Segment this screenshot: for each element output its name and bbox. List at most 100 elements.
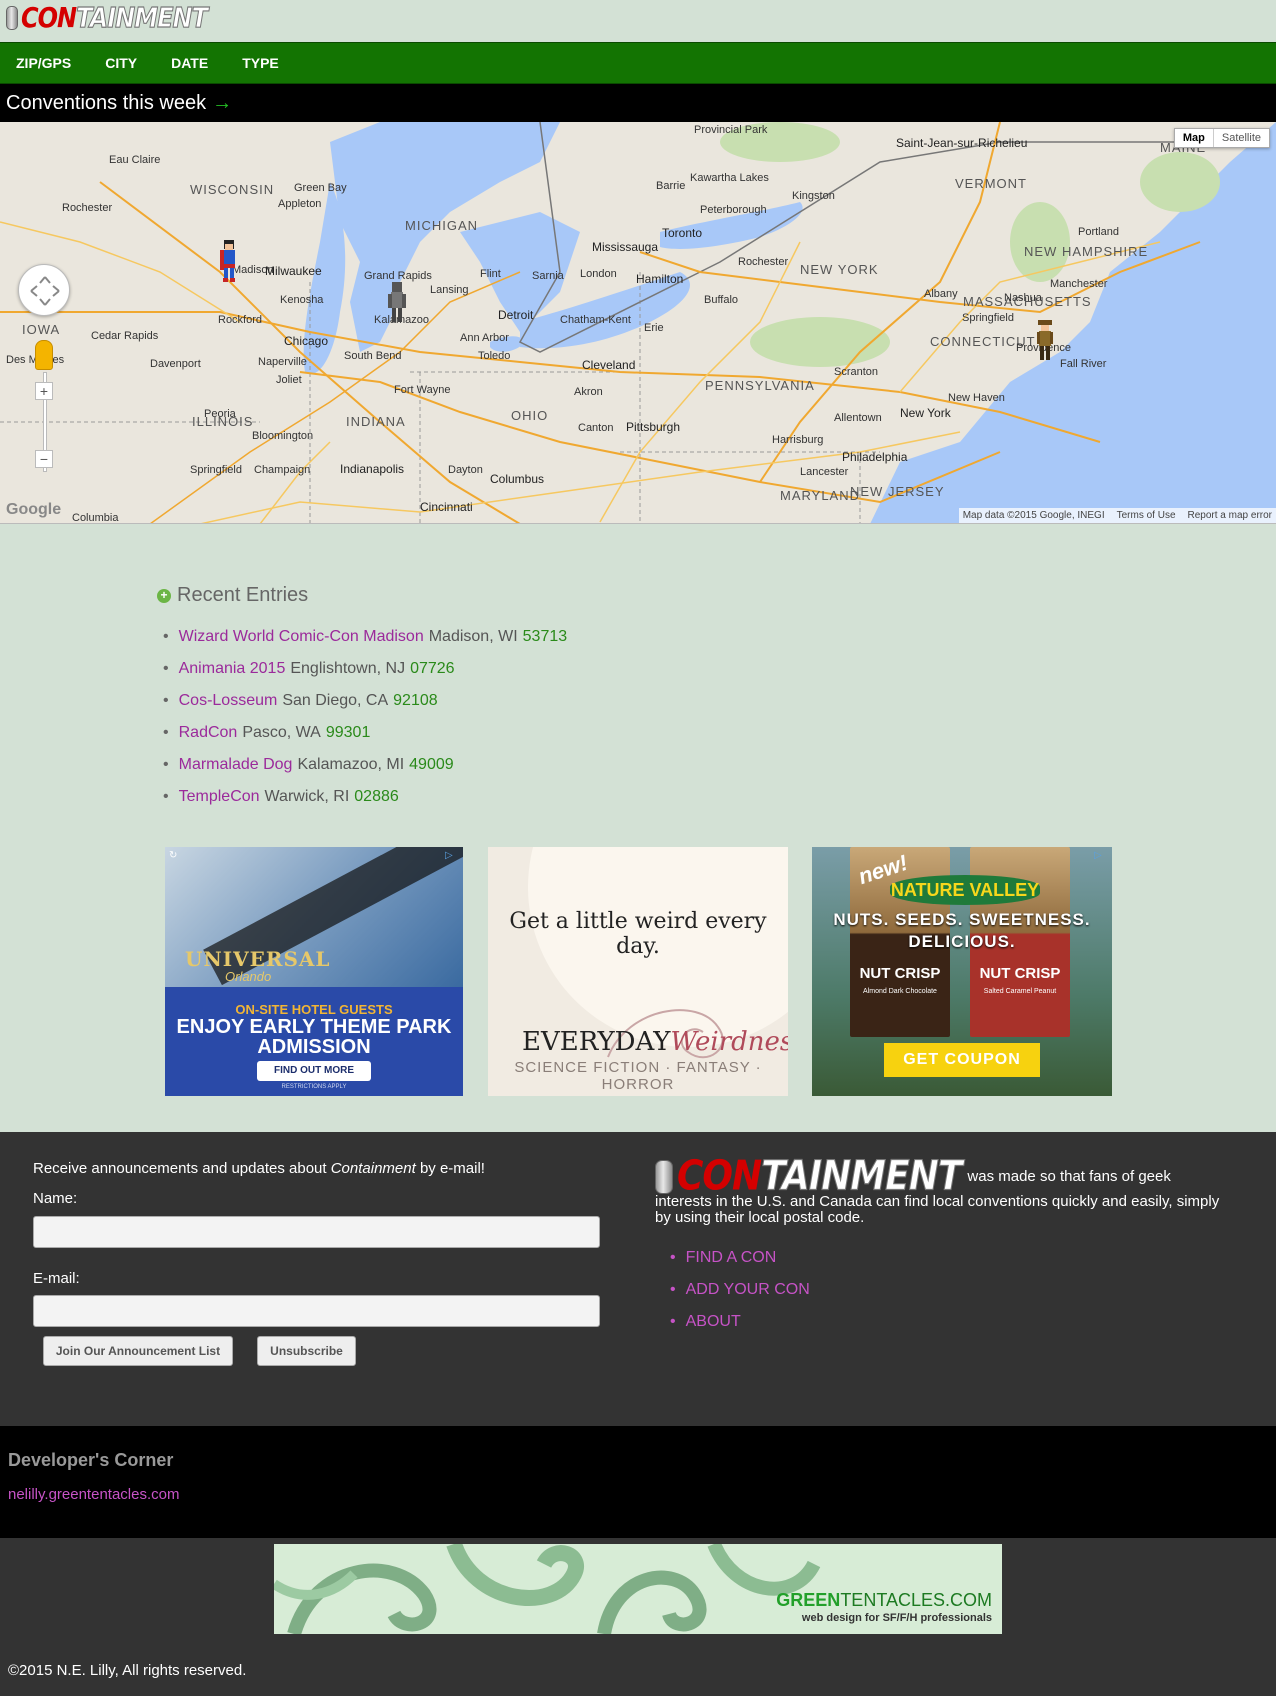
ad-choices-icon[interactable]: ▷ (1094, 850, 1108, 862)
entry-zip: 53713 (522, 628, 568, 645)
map-type-map-button[interactable]: Map (1175, 129, 1214, 147)
email-field[interactable] (33, 1295, 600, 1327)
developer-corner: Developer's Corner nelilly.greententacle… (0, 1426, 1276, 1538)
zoom-out-button[interactable]: − (35, 450, 53, 468)
map-city: Lancester (800, 466, 849, 478)
greententacles-brand: GREENTENTACLES.COM (776, 1590, 992, 1611)
entry-name-link[interactable]: TempleCon (179, 781, 260, 813)
map-city: Milwaukee (265, 264, 322, 278)
map-city: Columbia (72, 512, 119, 524)
list-item: • Cos-Losseum San Diego, CA 92108 (163, 685, 1057, 717)
map-city: Toledo (478, 350, 511, 362)
ad-find-out-more-button[interactable]: FIND OUT MORE (257, 1061, 371, 1081)
map-type-control: Map Satellite (1173, 128, 1270, 148)
map-city: Fall River (1060, 358, 1107, 370)
map-city: Indianapolis (340, 462, 405, 476)
bullet: • (163, 724, 169, 741)
map-data-credit: Map data ©2015 Google, INEGI (962, 510, 1105, 521)
map-city: New Haven (948, 392, 1005, 404)
map-city: Flint (480, 268, 501, 280)
add-your-con-link[interactable]: ADD YOUR CON (686, 1281, 810, 1298)
nav-city[interactable]: CITY (105, 55, 137, 71)
map-city: Allentown (834, 412, 882, 424)
map-city: Manchester (1050, 278, 1108, 290)
convention-map[interactable]: WISCONSIN MICHIGAN IOWA ILLINOIS INDIANA… (0, 122, 1276, 524)
map-footer: Map data ©2015 Google, INEGI Terms of Us… (958, 508, 1276, 523)
convention-marker-madison[interactable] (218, 238, 240, 282)
newsletter-intro-b: by e-mail! (415, 1160, 485, 1177)
ad-get-coupon-button[interactable]: GET COUPON (884, 1043, 1040, 1077)
zoom-in-button[interactable]: + (35, 382, 53, 400)
map-label-new-hampshire: NEW HAMPSHIRE (1024, 244, 1149, 259)
nav-date[interactable]: DATE (171, 55, 208, 71)
bullet: • (163, 660, 169, 677)
conventions-week-title: Conventions this week (6, 91, 207, 114)
ad-everyday-weirdness[interactable]: Get a little weird every day. EVERYDAYWe… (488, 847, 788, 1096)
nav-zip-gps[interactable]: ZIP/GPS (16, 55, 71, 71)
map-city: Lansing (430, 284, 469, 296)
map-type-satellite-button[interactable]: Satellite (1214, 129, 1269, 147)
map-label-indiana: INDIANA (346, 414, 406, 429)
map-city: Kenosha (280, 294, 324, 306)
ad-headline: ENJOY EARLY THEME PARK ADMISSION (176, 1016, 452, 1058)
recent-entries: + Recent Entries • Wizard World Comic-Con… (157, 584, 1057, 813)
map-terms-link[interactable]: Terms of Use (1117, 510, 1176, 521)
find-a-con-link[interactable]: FIND A CON (686, 1249, 777, 1266)
ad-tagline: Get a little weird every day. (509, 909, 767, 959)
map-city: Akron (574, 386, 603, 398)
map-pan-control[interactable] (18, 264, 70, 316)
pan-arrows-icon (30, 276, 60, 306)
map-label-new-jersey: NEW JERSEY (850, 484, 945, 499)
map-city: Appleton (278, 198, 322, 210)
ad-nature-valley[interactable]: ▷ new! NATURE VALLEY NUTS. SEEDS. SWEETN… (812, 847, 1112, 1096)
entry-zip: 92108 (393, 692, 438, 709)
refresh-icon[interactable]: ↻ (169, 850, 183, 862)
bullet: • (670, 1281, 676, 1298)
map-city: Springfield (190, 464, 242, 476)
bullet: • (163, 756, 169, 773)
main-nav: ZIP/GPS CITY DATE TYPE (0, 42, 1276, 84)
map-label-iowa: IOWA (22, 322, 61, 337)
bullet: • (163, 788, 169, 805)
entry-name-link[interactable]: Cos-Losseum (179, 685, 278, 717)
google-logo[interactable]: Google (6, 501, 61, 519)
ad-choices-icon[interactable]: ▷ (445, 850, 459, 862)
entry-zip: 99301 (325, 724, 371, 741)
ad-universal-orlando[interactable]: ↻ ▷ UNIVERSAL Orlando ON-SITE HOTEL GUES… (165, 847, 463, 1096)
can-icon (6, 6, 18, 30)
convention-marker-kalamazoo[interactable] (386, 280, 408, 324)
map-city: Fort Wayne (394, 384, 451, 396)
unsubscribe-button[interactable]: Unsubscribe (257, 1336, 356, 1366)
plus-circle-icon[interactable]: + (157, 588, 171, 603)
developer-link[interactable]: nelilly.greententacles.com (8, 1486, 179, 1503)
entry-name-link[interactable]: Animania 2015 (179, 653, 286, 685)
map-city: Dayton (448, 464, 483, 476)
arrow-right-icon[interactable]: → (212, 92, 232, 115)
logo-tain-text: TAINMENT (76, 1, 209, 35)
map-city: Harrisburg (772, 434, 824, 446)
ad-brand-a: EVERYDAY (522, 1027, 671, 1057)
map-report-error-link[interactable]: Report a map error (1188, 510, 1272, 521)
recent-entries-title: Recent Entries (177, 584, 309, 606)
map-city: London (580, 268, 617, 280)
site-header: CON TAINMENT (0, 0, 1276, 42)
bullet: • (163, 628, 169, 645)
street-view-pegman-icon[interactable] (35, 340, 53, 370)
map-city: Eau Claire (109, 154, 161, 166)
about-link[interactable]: ABOUT (686, 1313, 741, 1330)
join-announcement-list-button[interactable]: Join Our Announcement List (43, 1336, 233, 1366)
convention-marker-warwick[interactable] (1034, 318, 1056, 362)
name-field[interactable] (33, 1216, 600, 1248)
map-city: Ann Arbor (460, 332, 509, 344)
entry-name-link[interactable]: Marmalade Dog (179, 749, 293, 781)
ad-sub-brand: Orlando (225, 969, 272, 984)
list-item: • FIND A CON (670, 1242, 810, 1274)
entry-name-link[interactable]: RadCon (179, 717, 238, 749)
entry-name-link[interactable]: Wizard World Comic-Con Madison (179, 621, 424, 653)
greententacles-banner[interactable]: GREENTENTACLES.COM web design for SF/F/H… (274, 1544, 1002, 1634)
site-logo[interactable]: CON TAINMENT (6, 1, 209, 35)
entry-location: Pasco, WA (242, 724, 321, 741)
map-city: Chatham-Kent (560, 314, 631, 326)
greententacles-tagline: web design for SF/F/H professionals (801, 1612, 992, 1624)
nav-type[interactable]: TYPE (242, 55, 279, 71)
